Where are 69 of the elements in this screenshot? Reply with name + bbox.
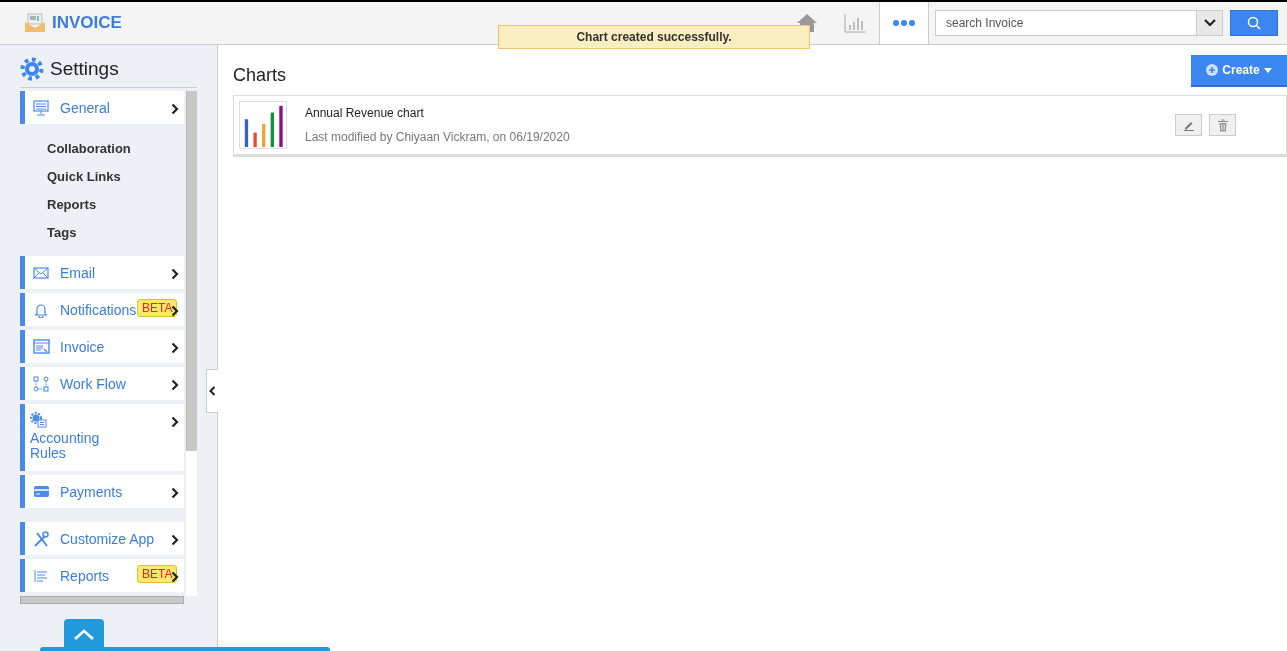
invoice-icon [33, 338, 50, 355]
sidebar-label: General [60, 99, 110, 116]
tools-icon [33, 530, 50, 547]
chevron-right-icon [171, 487, 179, 499]
scrollbar-thumb[interactable] [186, 91, 197, 451]
modified-info: Last modified by Chiyaan Vickram, on 06/19/2020 [305, 130, 571, 144]
envelope-icon [24, 13, 46, 33]
sidebar-item[interactable]: Customize App [20, 522, 184, 555]
scrollbar[interactable] [20, 596, 184, 604]
sidebar-label: Accounting Rules [30, 431, 101, 461]
plus-circle-icon [1206, 64, 1219, 76]
sidebar-title: Settings [50, 58, 119, 80]
chart-name: Annual Revenue chart [305, 106, 425, 120]
gear-icon [30, 412, 47, 428]
sidebar-item[interactable]: Reports BETA [20, 559, 184, 592]
submenu-item[interactable]: Collaboration [47, 141, 184, 156]
edit-button[interactable] [1175, 114, 1202, 136]
chart-row[interactable]: Annual Revenue chart Last modified by Chiyaan Vickram, on 06/19/2020 [233, 95, 1287, 157]
page-title: Charts [233, 65, 286, 86]
chevron-right-icon [171, 534, 179, 546]
search-button[interactable] [1230, 10, 1278, 36]
create-button[interactable]: Create [1191, 55, 1287, 87]
submenu-item[interactable]: Quick Links [47, 169, 184, 184]
chevron-left-icon [209, 386, 216, 396]
sidebar-label: Reports [60, 567, 110, 584]
beta-badge: BETA [137, 299, 178, 317]
sidebar-label: Customize App [60, 530, 155, 547]
sidebar-label: Invoice [60, 338, 105, 355]
envelope-icon [33, 264, 50, 281]
success-toast: Chart created successfully. [498, 25, 810, 49]
sidebar-item[interactable]: Notifications BETA [20, 293, 184, 326]
sidebar-item[interactable]: Accounting Rules [20, 404, 184, 471]
monitor-icon [33, 99, 50, 116]
app-title: INVOICE [52, 13, 122, 33]
sidebar-label: Notifications [60, 301, 137, 318]
sidebar-item[interactable]: Email [20, 256, 184, 289]
sidebar-item[interactable]: General [20, 91, 184, 124]
card-icon [33, 483, 50, 500]
sidebar-label: Work Flow [60, 375, 126, 392]
submenu-item[interactable]: Tags [47, 225, 184, 240]
chevron-right-icon [171, 342, 179, 354]
chevron-right-icon [171, 305, 179, 317]
bell-icon [33, 301, 50, 318]
search-icon [1247, 16, 1261, 30]
sidebar-item[interactable]: Payments [20, 475, 184, 508]
chevron-right-icon [171, 571, 179, 583]
chevron-right-icon [171, 379, 179, 391]
beta-badge: BETA [137, 565, 178, 583]
dropdown-button[interactable] [1197, 10, 1223, 36]
chevron-down-icon [1203, 19, 1216, 27]
chevron-right-icon [171, 268, 179, 280]
chevron-right-icon [171, 103, 179, 115]
pencil-icon [1182, 119, 1195, 131]
search-field[interactable]: search Invoice [935, 10, 1197, 36]
submenu-item[interactable]: Reports [47, 197, 184, 212]
sidebar-item[interactable]: Work Flow [20, 367, 184, 400]
sidebar-label: Email [60, 264, 95, 281]
list-icon [33, 567, 50, 584]
collapse-button[interactable] [206, 369, 218, 413]
chevron-up-icon [73, 629, 95, 641]
trash-icon [1216, 118, 1229, 132]
caret-icon [1263, 67, 1272, 73]
workflow-icon [33, 375, 50, 392]
sidebar-item[interactable]: Invoice [20, 330, 184, 363]
chevron-right-icon [171, 416, 179, 428]
delete-button[interactable] [1209, 114, 1236, 136]
gear-icon [20, 57, 44, 81]
more-icon[interactable] [893, 19, 915, 27]
sidebar-label: Payments [60, 483, 123, 500]
